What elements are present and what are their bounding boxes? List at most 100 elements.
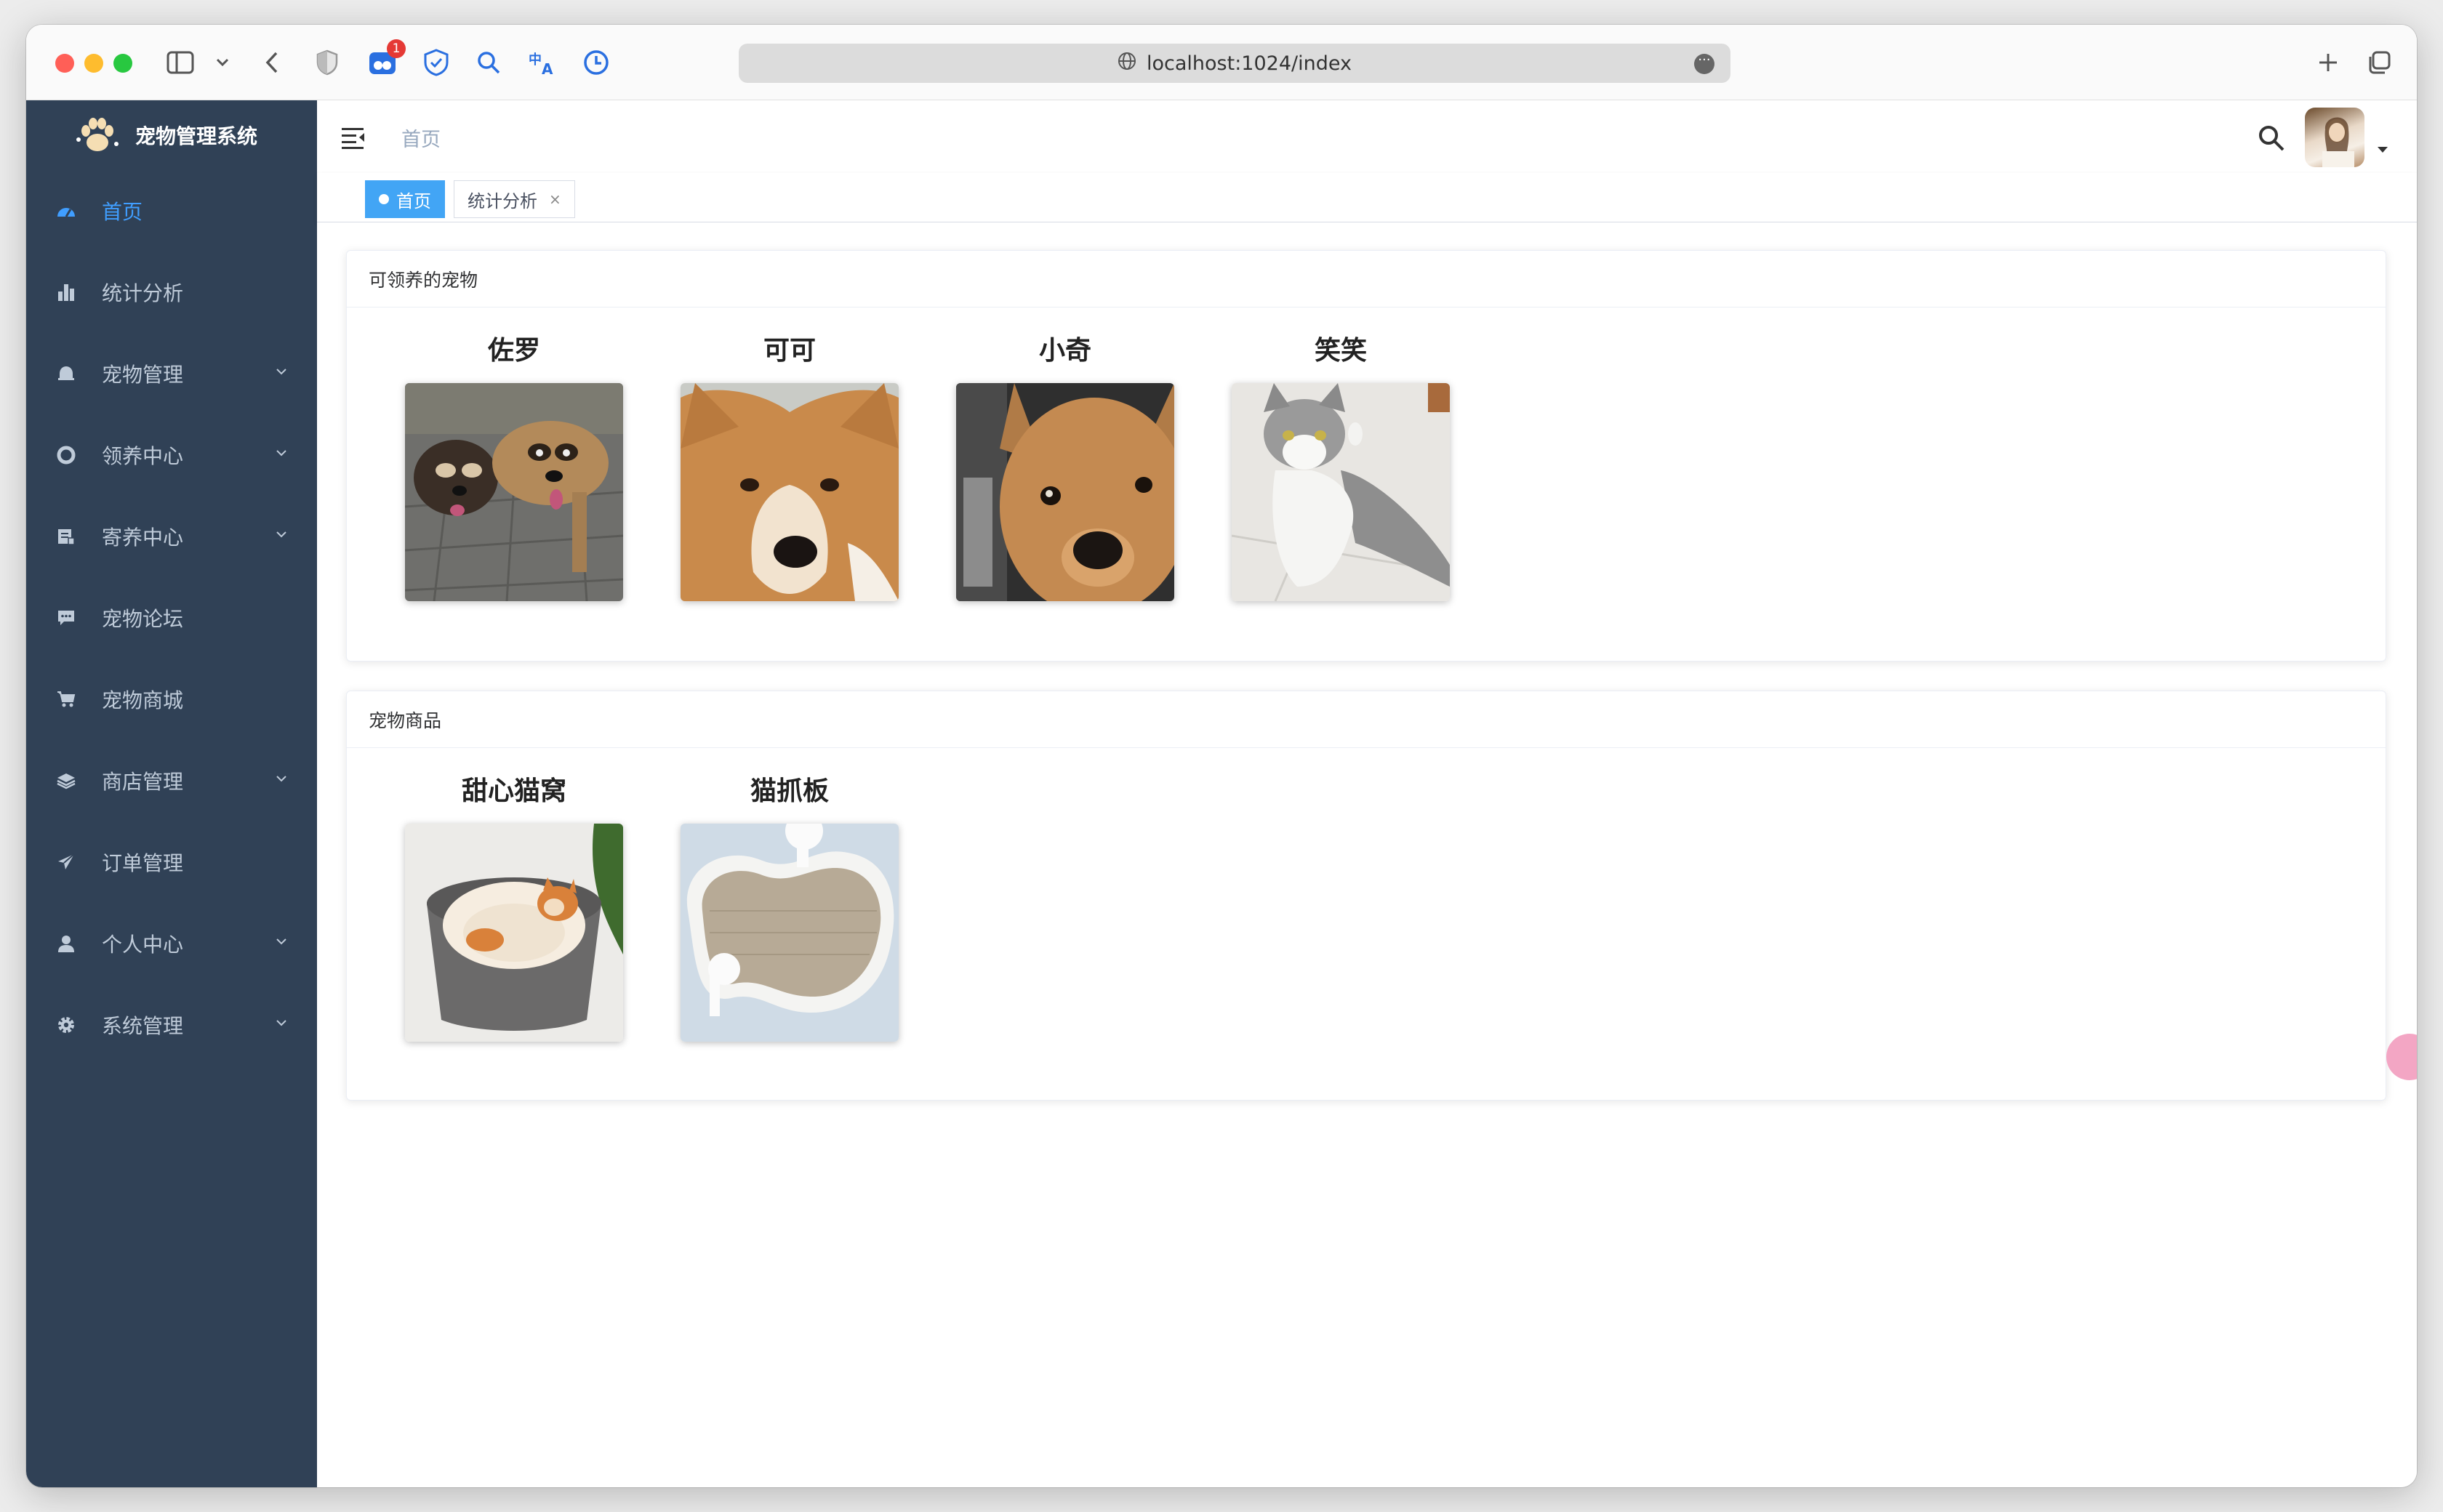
pet-photo[interactable] (681, 383, 899, 601)
extension-badge: 1 (387, 39, 406, 58)
sidebar-logo[interactable]: 宠物管理系统 (26, 100, 317, 170)
sidebar-toggle-icon[interactable] (164, 47, 196, 79)
pet-name: 可可 (763, 336, 816, 366)
chevron-down-icon (276, 531, 286, 538)
svg-text:A: A (542, 60, 553, 76)
gear-icon (55, 1014, 77, 1036)
pets-card: 可领养的宠物 佐罗 可可 小奇 笑笑 (346, 250, 2386, 662)
message-icon (55, 607, 77, 629)
svg-text:中: 中 (529, 52, 542, 68)
translate-icon[interactable]: 中A (526, 47, 558, 79)
extension-icon[interactable]: 1 (366, 39, 406, 79)
tag-statistics[interactable]: 统计分析 × (454, 180, 575, 218)
close-tag-icon[interactable]: × (549, 190, 561, 208)
send-icon (55, 851, 77, 873)
sidebar-item-label: 领养中心 (102, 444, 184, 468)
sidebar-item-pet-mall[interactable]: 宠物商城 (26, 659, 317, 740)
product-photo[interactable] (405, 824, 623, 1042)
app-title: 宠物管理系统 (135, 124, 258, 148)
browser-window: 1 中A localhost:1024/index ··· 宠物管理系统 首页 … (26, 25, 2417, 1487)
url-text: localhost:1024/index (1147, 52, 1352, 75)
sidebar-item-label: 统计分析 (102, 281, 184, 305)
sidebar-item-label: 首页 (102, 200, 143, 224)
paw-logo-icon (76, 118, 119, 151)
search-icon[interactable] (2257, 124, 2286, 153)
sidebar-item-personal-center[interactable]: 个人中心 (26, 903, 317, 984)
shield-check-icon[interactable] (420, 47, 452, 79)
pet-item[interactable]: 笑笑 (1232, 331, 1450, 601)
document-icon (55, 526, 77, 547)
sidebar-item-label: 商店管理 (102, 770, 184, 794)
pet-item[interactable]: 佐罗 (405, 331, 623, 601)
zoom-window-button[interactable] (113, 54, 132, 73)
chevron-down-icon (276, 1020, 286, 1026)
pet-item[interactable]: 小奇 (956, 331, 1174, 601)
tag-label: 统计分析 (468, 190, 537, 212)
sidebar-item-statistics[interactable]: 统计分析 (26, 252, 317, 333)
sidebar-item-label: 寄养中心 (102, 526, 184, 550)
floating-assistant-button[interactable] (2386, 1034, 2417, 1080)
collapse-menu-icon[interactable] (340, 125, 366, 150)
sidebar-item-label: 宠物商城 (102, 688, 184, 712)
product-item[interactable]: 猫抓板 (681, 771, 899, 1042)
goods-card-title: 宠物商品 (347, 691, 2386, 748)
pet-photo[interactable] (1232, 383, 1450, 601)
bell-icon (55, 363, 77, 385)
avatar[interactable] (2305, 108, 2364, 167)
layers-icon (55, 770, 77, 792)
sidebar-item-home[interactable]: 首页 (26, 170, 317, 252)
product-photo[interactable] (681, 824, 899, 1042)
pet-photo[interactable] (956, 383, 1174, 601)
sidebar-item-label: 宠物论坛 (102, 607, 184, 631)
sidebar-item-order-management[interactable]: 订单管理 (26, 821, 317, 903)
sidebar: 宠物管理系统 首页 统计分析 宠物管理 领养中心 寄养中心 宠物论坛 宠物商城 … (26, 100, 317, 1487)
browser-toolbar: 1 中A localhost:1024/index (26, 25, 2417, 100)
chevron-down-icon (276, 776, 286, 782)
pets-card-title: 可领养的宠物 (347, 251, 2386, 307)
more-options-icon[interactable] (1694, 52, 1714, 74)
address-bar[interactable]: localhost:1024/index (739, 44, 1730, 83)
tags-view: 首页 统计分析 × (317, 173, 2417, 222)
breadcrumb[interactable]: 首页 (401, 124, 441, 152)
pet-item[interactable]: 可可 (681, 331, 899, 601)
main-content: 可领养的宠物 佐罗 可可 小奇 笑笑 宠物商品 甜心猫窝 猫抓板 (317, 222, 2417, 1487)
back-icon[interactable] (256, 47, 288, 79)
history-icon[interactable] (580, 47, 612, 79)
minimize-window-button[interactable] (84, 54, 103, 73)
goods-card: 宠物商品 甜心猫窝 猫抓板 (346, 691, 2386, 1101)
lifebuoy-icon (55, 444, 77, 466)
sidebar-item-foster-center[interactable]: 寄养中心 (26, 496, 317, 577)
pet-name: 笑笑 (1314, 336, 1367, 366)
pet-name: 佐罗 (487, 336, 540, 366)
product-name: 甜心猫窝 (461, 776, 566, 806)
caret-down-icon[interactable] (2378, 147, 2388, 153)
user-icon (55, 933, 77, 954)
product-name: 猫抓板 (750, 776, 829, 806)
sidebar-item-label: 订单管理 (102, 851, 184, 875)
chevron-down-icon[interactable] (206, 47, 238, 79)
sidebar-item-label: 个人中心 (102, 933, 184, 957)
sidebar-item-adoption-center[interactable]: 领养中心 (26, 414, 317, 496)
globe-icon (1118, 52, 1136, 76)
active-dot-icon (379, 194, 389, 204)
tab-overview-icon[interactable] (2363, 47, 2395, 79)
search-icon[interactable] (473, 47, 505, 79)
chevron-down-icon (276, 450, 286, 457)
bar-chart-icon (55, 281, 77, 303)
close-window-button[interactable] (55, 54, 74, 73)
tag-home[interactable]: 首页 (365, 180, 445, 218)
sidebar-item-label: 宠物管理 (102, 363, 184, 387)
new-tab-icon[interactable] (2312, 47, 2344, 79)
sidebar-item-pet-management[interactable]: 宠物管理 (26, 333, 317, 414)
product-item[interactable]: 甜心猫窝 (405, 771, 623, 1042)
shield-icon[interactable] (311, 47, 343, 79)
pet-photo[interactable] (405, 383, 623, 601)
cart-icon (55, 688, 77, 710)
tag-label: 首页 (396, 190, 431, 212)
sidebar-item-pet-forum[interactable]: 宠物论坛 (26, 577, 317, 659)
chevron-down-icon (276, 938, 286, 945)
sidebar-item-system-management[interactable]: 系统管理 (26, 984, 317, 1066)
pet-name: 小奇 (1038, 336, 1091, 366)
sidebar-item-store-management[interactable]: 商店管理 (26, 740, 317, 821)
dashboard-icon (55, 200, 77, 222)
